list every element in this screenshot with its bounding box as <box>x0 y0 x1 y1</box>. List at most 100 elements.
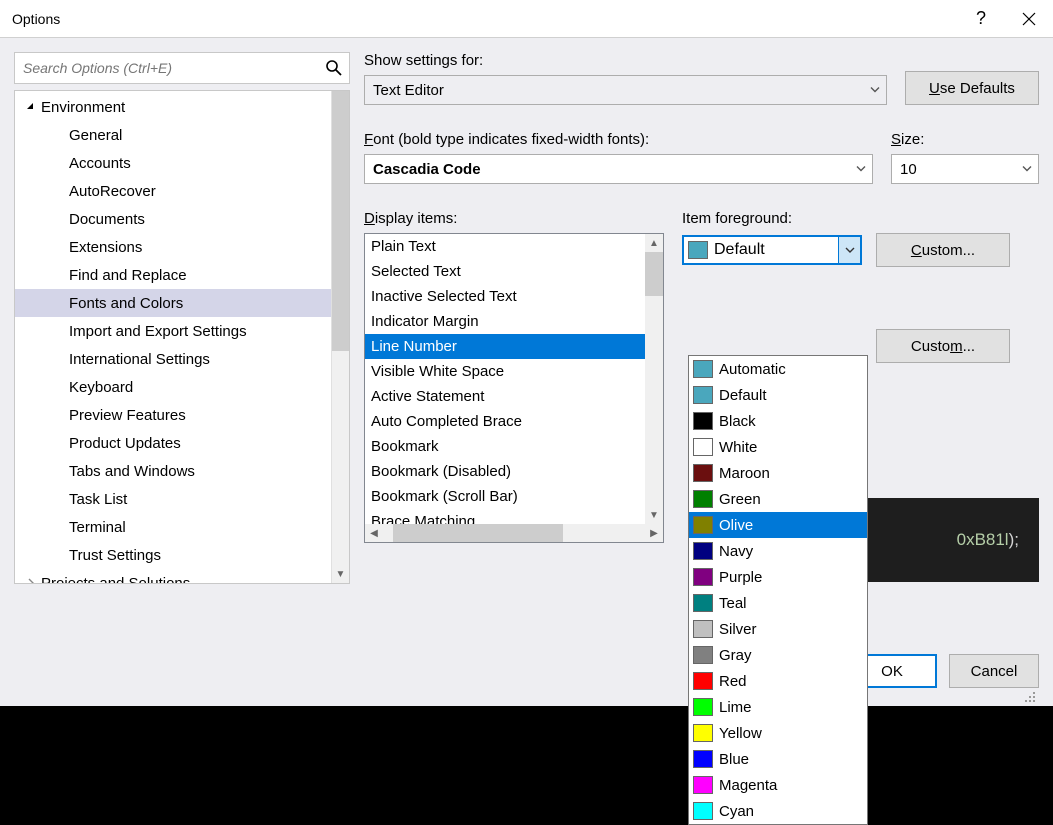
font-label: Font (bold type indicates fixed-width fo… <box>364 131 873 148</box>
scroll-thumb[interactable] <box>645 252 663 296</box>
font-combo[interactable]: Cascadia Code <box>364 154 873 184</box>
tree-item-fonts-and-colors[interactable]: Fonts and Colors <box>15 289 349 317</box>
scroll-down-icon[interactable]: ▼ <box>645 506 663 524</box>
tree-item-accounts[interactable]: Accounts <box>15 149 349 177</box>
display-item[interactable]: Indicator Margin <box>365 309 663 334</box>
search-options[interactable] <box>14 52 350 84</box>
custom-background-button[interactable]: Custom... <box>876 329 1010 363</box>
item-foreground-combo[interactable]: Default <box>682 235 862 265</box>
color-swatch <box>693 412 713 430</box>
color-option-navy[interactable]: Navy <box>689 538 867 564</box>
display-item[interactable]: Selected Text <box>365 259 663 284</box>
color-option-label: Lime <box>719 699 752 716</box>
resize-grip[interactable] <box>1023 690 1037 704</box>
scroll-down-icon[interactable]: ▼ <box>332 565 349 583</box>
custom-foreground-button[interactable]: Custom... <box>876 233 1010 267</box>
help-button[interactable]: ? <box>957 0 1005 37</box>
color-option-label: Maroon <box>719 465 770 482</box>
show-settings-combo[interactable]: Text Editor <box>364 75 887 105</box>
color-option-green[interactable]: Green <box>689 486 867 512</box>
color-option-white[interactable]: White <box>689 434 867 460</box>
tree-item-preview-features[interactable]: Preview Features <box>15 401 349 429</box>
tree-item-trust-settings[interactable]: Trust Settings <box>15 541 349 569</box>
display-item[interactable]: Active Statement <box>365 384 663 409</box>
color-option-magenta[interactable]: Magenta <box>689 772 867 798</box>
color-option-label: White <box>719 439 757 456</box>
tree-scrollbar[interactable]: ▲ ▼ <box>331 91 349 583</box>
color-option-yellow[interactable]: Yellow <box>689 720 867 746</box>
color-swatch <box>693 438 713 456</box>
color-option-default[interactable]: Default <box>689 382 867 408</box>
display-item[interactable]: Auto Completed Brace <box>365 409 663 434</box>
color-swatch <box>693 360 713 378</box>
tree-item-terminal[interactable]: Terminal <box>15 513 349 541</box>
color-option-label: Purple <box>719 569 762 586</box>
settings-panel: Show settings for: Text Editor Use Defau… <box>364 52 1039 706</box>
show-settings-value: Text Editor <box>373 82 444 99</box>
color-option-label: Automatic <box>719 361 786 378</box>
display-item[interactable]: Line Number <box>365 334 663 359</box>
color-option-red[interactable]: Red <box>689 668 867 694</box>
use-defaults-button[interactable]: Use Defaults <box>905 71 1039 105</box>
color-option-olive[interactable]: Olive <box>689 512 867 538</box>
color-option-silver[interactable]: Silver <box>689 616 867 642</box>
item-foreground-dropdown[interactable]: Automatic Default Black White Maroon Green Oli… <box>688 355 868 825</box>
color-option-lime[interactable]: Lime <box>689 694 867 720</box>
color-swatch <box>693 724 713 742</box>
color-option-label: Green <box>719 491 761 508</box>
close-button[interactable] <box>1005 0 1053 37</box>
color-option-label: Silver <box>719 621 757 638</box>
list-vscroll[interactable]: ▲ ▼ <box>645 234 663 524</box>
tree-item-environment[interactable]: Environment <box>15 93 349 121</box>
color-swatch <box>693 594 713 612</box>
item-foreground-value: Default <box>714 241 765 259</box>
scroll-right-icon[interactable]: ▶ <box>645 524 663 542</box>
tree-item-extensions[interactable]: Extensions <box>15 233 349 261</box>
color-swatch <box>688 241 708 259</box>
tree-item-tabs-and-windows[interactable]: Tabs and Windows <box>15 457 349 485</box>
display-item[interactable]: Plain Text <box>365 234 663 259</box>
color-option-gray[interactable]: Gray <box>689 642 867 668</box>
scroll-thumb[interactable] <box>393 524 563 542</box>
color-option-purple[interactable]: Purple <box>689 564 867 590</box>
display-item[interactable]: Bookmark <box>365 434 663 459</box>
color-option-teal[interactable]: Teal <box>689 590 867 616</box>
expand-icon <box>23 102 39 112</box>
tree-item-import-and-export-settings[interactable]: Import and Export Settings <box>15 317 349 345</box>
size-combo[interactable]: 10 <box>891 154 1039 184</box>
color-option-label: Red <box>719 673 747 690</box>
tree-item-keyboard[interactable]: Keyboard <box>15 373 349 401</box>
color-option-blue[interactable]: Blue <box>689 746 867 772</box>
scroll-left-icon[interactable]: ◀ <box>365 524 383 542</box>
color-swatch <box>693 568 713 586</box>
tree-item-projects-and-solutions[interactable]: Projects and Solutions <box>15 569 349 584</box>
color-option-label: Blue <box>719 751 749 768</box>
scroll-up-icon[interactable]: ▲ <box>645 234 663 252</box>
color-option-automatic[interactable]: Automatic <box>689 356 867 382</box>
chevron-down-icon <box>1022 161 1032 178</box>
color-option-label: Default <box>719 387 767 404</box>
display-item[interactable]: Bookmark (Disabled) <box>365 459 663 484</box>
color-option-black[interactable]: Black <box>689 408 867 434</box>
size-label: Size: <box>891 131 1039 148</box>
display-items-list[interactable]: Plain TextSelected TextInactive Selected… <box>364 233 664 543</box>
scroll-thumb[interactable] <box>332 91 349 351</box>
display-item[interactable]: Inactive Selected Text <box>365 284 663 309</box>
search-input[interactable] <box>15 53 349 83</box>
category-tree[interactable]: EnvironmentGeneralAccountsAutoRecoverDoc… <box>14 90 350 584</box>
tree-item-autorecover[interactable]: AutoRecover <box>15 177 349 205</box>
cancel-button[interactable]: Cancel <box>949 654 1039 688</box>
color-option-maroon[interactable]: Maroon <box>689 460 867 486</box>
color-option-cyan[interactable]: Cyan <box>689 798 867 824</box>
display-item[interactable]: Visible White Space <box>365 359 663 384</box>
list-hscroll[interactable]: ◀ ▶ <box>365 524 663 542</box>
dropdown-button[interactable] <box>838 237 860 263</box>
display-item[interactable]: Bookmark (Scroll Bar) <box>365 484 663 509</box>
tree-item-product-updates[interactable]: Product Updates <box>15 429 349 457</box>
tree-item-find-and-replace[interactable]: Find and Replace <box>15 261 349 289</box>
tree-item-documents[interactable]: Documents <box>15 205 349 233</box>
tree-item-task-list[interactable]: Task List <box>15 485 349 513</box>
color-option-label: Navy <box>719 543 753 560</box>
tree-item-general[interactable]: General <box>15 121 349 149</box>
tree-item-international-settings[interactable]: International Settings <box>15 345 349 373</box>
